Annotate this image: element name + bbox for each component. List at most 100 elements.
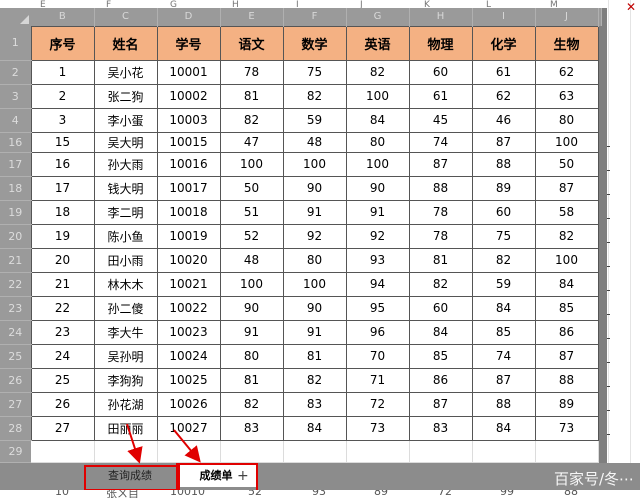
table-cell[interactable]: 91 [345,199,410,225]
table-cell[interactable]: 张二狗 [93,83,158,109]
table-cell[interactable]: 84 [345,107,410,133]
table-cell[interactable]: 17 [30,175,95,201]
header-cell[interactable]: 序号 [30,25,95,61]
table-cell[interactable]: 80 [219,343,284,369]
table-cell[interactable]: 10015 [156,131,221,153]
table-cell[interactable]: 51 [219,199,284,225]
row-number[interactable]: 17 [0,152,31,177]
column-header[interactable]: E [220,8,284,26]
table-cell[interactable]: 87 [408,391,473,417]
table-cell[interactable]: 82 [408,271,473,297]
table-cell[interactable]: 84 [408,319,473,345]
table-cell[interactable]: 90 [282,175,347,201]
table-cell[interactable]: 10023 [156,319,221,345]
table-cell[interactable]: 59 [471,271,536,297]
table-cell[interactable]: 10018 [156,199,221,225]
table-cell[interactable]: 100 [534,131,599,153]
table-cell[interactable]: 72 [345,391,410,417]
table-cell[interactable]: 48 [282,131,347,153]
empty-cell[interactable] [535,440,599,463]
row-number[interactable]: 2 [0,60,31,85]
empty-cell[interactable] [157,440,221,463]
table-cell[interactable]: 47 [219,131,284,153]
table-cell[interactable]: 87 [471,131,536,153]
table-cell[interactable]: 陈小鱼 [93,223,158,249]
table-cell[interactable]: 81 [282,343,347,369]
table-cell[interactable]: 91 [282,319,347,345]
table-cell[interactable]: 林木木 [93,271,158,297]
table-cell[interactable]: 24 [30,343,95,369]
table-cell[interactable]: 22 [30,295,95,321]
row-number[interactable]: 3 [0,84,31,109]
row-number[interactable]: 26 [0,368,31,393]
table-cell[interactable]: 86 [408,367,473,393]
table-cell[interactable]: 87 [408,151,473,177]
table-cell[interactable]: 78 [219,59,284,85]
header-cell[interactable]: 物理 [408,25,473,61]
table-cell[interactable]: 田丽丽 [93,415,158,441]
row-number[interactable]: 23 [0,296,31,321]
row-number[interactable]: 29 [0,440,31,463]
table-cell[interactable]: 100 [219,151,284,177]
table-cell[interactable]: 21 [30,271,95,297]
table-cell[interactable]: 100 [534,247,599,273]
table-cell[interactable]: 88 [408,175,473,201]
table-cell[interactable]: 90 [282,295,347,321]
table-cell[interactable]: 10016 [156,151,221,177]
column-header[interactable]: F [283,8,347,26]
row-number[interactable]: 20 [0,224,31,249]
table-cell[interactable]: 59 [282,107,347,133]
column-header[interactable]: H [409,8,473,26]
select-all-corner[interactable] [0,8,31,26]
row-number[interactable]: 25 [0,344,31,369]
table-cell[interactable]: 25 [30,367,95,393]
table-cell[interactable]: 84 [471,295,536,321]
table-cell[interactable]: 100 [282,151,347,177]
table-cell[interactable]: 63 [534,83,599,109]
table-cell[interactable]: 82 [534,223,599,249]
table-cell[interactable]: 93 [345,247,410,273]
row-number[interactable]: 24 [0,320,31,345]
table-cell[interactable]: 61 [408,83,473,109]
table-cell[interactable]: 19 [30,223,95,249]
table-cell[interactable]: 26 [30,391,95,417]
table-cell[interactable]: 10021 [156,271,221,297]
table-cell[interactable]: 2 [30,83,95,109]
header-cell[interactable]: 姓名 [93,25,158,61]
table-cell[interactable]: 孙花湖 [93,391,158,417]
empty-cell[interactable] [283,440,347,463]
table-cell[interactable]: 吴小花 [93,59,158,85]
table-cell[interactable]: 95 [345,295,410,321]
table-cell[interactable]: 82 [219,391,284,417]
empty-cell[interactable] [472,440,536,463]
column-header[interactable]: I [472,8,536,26]
table-cell[interactable]: 10002 [156,83,221,109]
table-cell[interactable]: 61 [471,59,536,85]
table-cell[interactable]: 92 [282,223,347,249]
table-cell[interactable]: 74 [471,343,536,369]
row-number[interactable]: 19 [0,200,31,225]
row-number[interactable]: 21 [0,248,31,273]
table-cell[interactable]: 88 [471,391,536,417]
row-number[interactable]: 22 [0,272,31,297]
table-cell[interactable]: 91 [219,319,284,345]
table-cell[interactable]: 10019 [156,223,221,249]
table-cell[interactable]: 84 [534,271,599,297]
table-cell[interactable]: 10017 [156,175,221,201]
table-cell[interactable]: 75 [282,59,347,85]
row-number[interactable]: 1 [0,26,31,61]
table-cell[interactable]: 10003 [156,107,221,133]
column-header[interactable]: B [31,8,95,26]
table-cell[interactable]: 91 [282,199,347,225]
table-cell[interactable]: 46 [471,107,536,133]
table-cell[interactable]: 100 [282,271,347,297]
table-cell[interactable]: 86 [534,319,599,345]
table-cell[interactable]: 100 [345,151,410,177]
table-cell[interactable]: 80 [534,107,599,133]
table-cell[interactable]: 96 [345,319,410,345]
table-cell[interactable]: 82 [471,247,536,273]
table-cell[interactable]: 87 [534,343,599,369]
table-cell[interactable]: 李二明 [93,199,158,225]
table-cell[interactable]: 100 [345,83,410,109]
table-cell[interactable]: 田小雨 [93,247,158,273]
